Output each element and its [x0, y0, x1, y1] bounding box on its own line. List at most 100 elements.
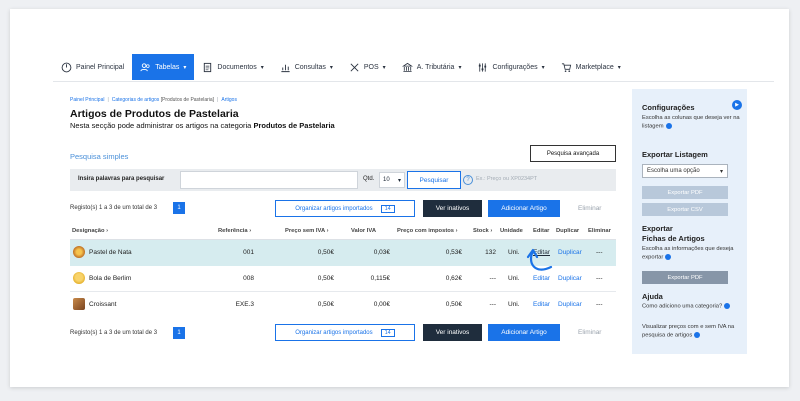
users-icon — [140, 62, 150, 71]
document-icon — [204, 62, 212, 72]
col-stock[interactable]: Stock › — [473, 228, 492, 234]
nav-label: POS — [363, 63, 379, 71]
row-unit: Uni. — [508, 275, 520, 282]
nav-pos[interactable]: POS ▾ — [341, 54, 394, 80]
breadcrumb: Painel Principal | Categorias de artigos [… — [70, 97, 237, 103]
page-button[interactable]: 1 — [173, 327, 185, 339]
breadcrumb-home[interactable]: Painel Principal — [70, 97, 104, 103]
tools-icon — [350, 63, 359, 71]
row-name[interactable]: Bola de Berlim — [89, 275, 131, 282]
bank-icon — [401, 62, 413, 72]
table-row[interactable]: Croissant EXE.3 0,50€ 0,00€ 0,50€ --- Un… — [70, 292, 616, 318]
help-link-category[interactable]: Como adiciono uma categoria? — [642, 303, 740, 311]
view-inactive-button[interactable]: Ver inativos — [423, 324, 482, 341]
subtitle-text: Nesta secção pode administrar os artigos… — [70, 121, 254, 130]
nav-a-tributaria[interactable]: A. Tributária ▾ — [394, 54, 470, 80]
info-icon — [665, 253, 672, 260]
sliders-icon — [479, 62, 487, 72]
chevron-down-icon: ▾ — [260, 64, 264, 71]
help-title: Ajuda — [642, 292, 663, 301]
export-sheets-pdf-button[interactable]: Exportar PDF — [642, 271, 728, 284]
page-button[interactable]: 1 — [173, 202, 185, 214]
col-price-with-tax[interactable]: Preço com impostos › — [397, 228, 458, 234]
search-button[interactable]: Pesquisar — [407, 171, 461, 189]
row-ref: 008 — [243, 275, 254, 282]
config-text[interactable]: Escolha as colunas que deseja ver na lis… — [642, 115, 740, 131]
nav-documentos[interactable]: Documentos ▾ — [194, 54, 271, 80]
breadcrumb-current[interactable]: Artigos — [221, 97, 237, 103]
organize-imported-button[interactable]: Organizar artigos importados 14 — [275, 324, 415, 341]
info-icon — [724, 303, 731, 309]
organize-imported-button[interactable]: Organizar artigos importados 14 — [275, 200, 415, 217]
export-sheets-subtitle: Fichas de Artigos — [642, 234, 705, 243]
chevron-down-icon: ▾ — [458, 64, 462, 71]
row-price: 0,50€ — [317, 275, 334, 282]
row-name[interactable]: Croissant — [89, 301, 116, 308]
row-vat: 0,00€ — [373, 301, 390, 308]
qtd-select[interactable]: 10 ▾ — [379, 172, 405, 188]
row-total: 0,50€ — [445, 301, 462, 308]
col-designation[interactable]: Designação › — [72, 228, 108, 234]
export-select[interactable]: Escolha uma opção ▾ — [642, 164, 728, 178]
chevron-down-icon: ▾ — [329, 64, 333, 71]
delete-button[interactable]: Eliminar — [578, 329, 601, 336]
sheets-text[interactable]: Escolha as informações que deseja export… — [642, 246, 740, 262]
add-article-button[interactable]: Adicionar Artigo — [488, 324, 560, 341]
col-price-no-vat[interactable]: Preço sem IVA › — [285, 228, 329, 234]
chevron-down-icon: ▾ — [541, 64, 545, 71]
breadcrumb-categories[interactable]: Categorias de artigos — [112, 97, 160, 103]
row-ref: 001 — [243, 249, 254, 256]
export-select-value: Escolha uma opção — [647, 168, 700, 174]
nav-label: Painel Principal — [76, 63, 125, 71]
nav-tabelas[interactable]: Tabelas ▾ — [132, 54, 195, 80]
search-input[interactable] — [180, 171, 358, 189]
search-bar: Insira palavras para pesquisar Qtd. 10 ▾ … — [70, 169, 616, 191]
advanced-search-button[interactable]: Pesquisa avançada — [530, 145, 616, 162]
col-reference[interactable]: Referência › — [218, 228, 251, 234]
help-link-prices[interactable]: Visualizar preços com e sem IVA na pesqu… — [642, 324, 740, 340]
view-inactive-button[interactable]: Ver inativos — [423, 200, 482, 217]
duplicate-link[interactable]: Duplicar — [558, 301, 582, 308]
chevron-down-icon: ▾ — [183, 64, 187, 71]
export-csv-button[interactable]: Exportar CSV — [642, 203, 728, 216]
duplicate-link[interactable]: Duplicar — [558, 249, 582, 256]
product-thumbnail — [73, 298, 85, 310]
delete-button[interactable]: Eliminar — [578, 205, 601, 212]
app-window: Painel Principal Tabelas ▾ Documentos ▾ … — [10, 9, 789, 387]
nav-configuracoes[interactable]: Configurações ▾ — [469, 54, 552, 80]
row-price: 0,50€ — [317, 301, 334, 308]
col-edit: Editar — [533, 228, 550, 234]
pointer-arrow-icon — [526, 248, 553, 271]
organize-label: Organizar artigos importados — [295, 329, 373, 336]
edit-link[interactable]: Editar — [533, 301, 550, 308]
row-unit: Uni. — [508, 249, 520, 256]
col-delete: Eliminar — [588, 228, 611, 234]
info-icon — [665, 122, 672, 129]
config-title: Configurações — [642, 103, 695, 112]
export-pdf-button[interactable]: Exportar PDF — [642, 186, 728, 199]
col-vat: Valor IVA — [351, 228, 377, 234]
row-total: 0,62€ — [445, 275, 462, 282]
add-article-button[interactable]: Adicionar Artigo — [488, 200, 560, 217]
organize-label: Organizar artigos importados — [295, 205, 373, 212]
delete-placeholder: --- — [596, 275, 603, 282]
row-stock: --- — [489, 301, 497, 308]
row-total: 0,53€ — [445, 249, 462, 256]
search-hint: Ex.: Preço ou XP0234PT — [476, 176, 538, 182]
help-icon[interactable]: ? — [463, 175, 473, 185]
page-title: Artigos de Produtos de Pastelaria — [70, 108, 239, 120]
nav-consultas[interactable]: Consultas ▾ — [272, 54, 341, 80]
dashboard-icon — [61, 62, 72, 72]
row-name[interactable]: Pastel de Nata — [89, 249, 132, 256]
nav-painel-principal[interactable]: Painel Principal — [53, 54, 132, 80]
subtitle-category: Produtos de Pastelaria — [253, 121, 335, 130]
nav-label: Documentos — [217, 63, 257, 71]
col-duplicate: Duplicar — [556, 228, 580, 234]
nav-label: A. Tributária — [416, 63, 455, 71]
duplicate-link[interactable]: Duplicar — [558, 275, 582, 282]
nav-marketplace[interactable]: Marketplace ▾ — [553, 54, 629, 80]
play-icon[interactable]: ▶ — [732, 100, 742, 110]
chevron-down-icon: ▾ — [617, 64, 621, 71]
nav-label: Configurações — [492, 63, 538, 71]
delete-placeholder: --- — [596, 301, 603, 308]
